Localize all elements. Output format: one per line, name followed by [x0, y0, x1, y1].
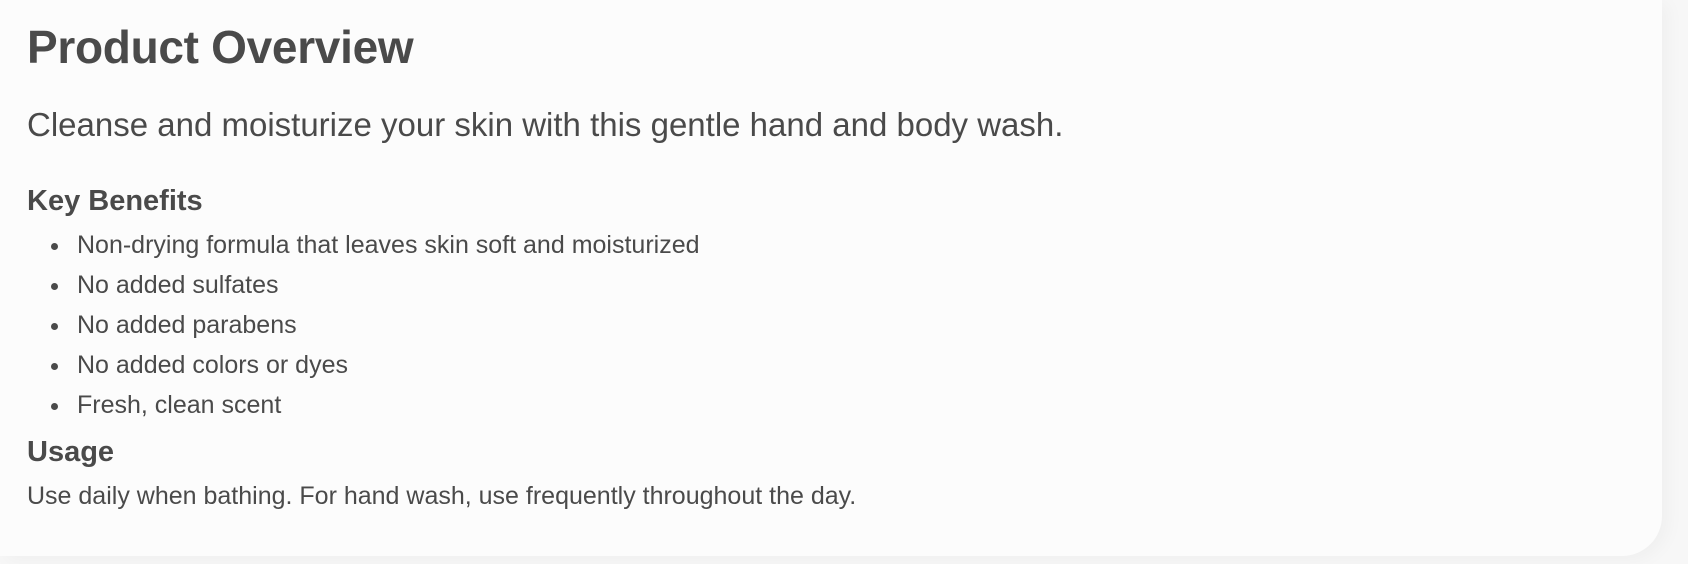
- benefit-item: No added colors or dyes: [27, 350, 1587, 380]
- bullet-icon: [51, 283, 58, 290]
- page-title: Product Overview: [27, 21, 414, 73]
- product-summary: Cleanse and moisturize your skin with th…: [27, 106, 1064, 143]
- benefit-item: Non-drying formula that leaves skin soft…: [27, 230, 1587, 260]
- bullet-icon: [51, 243, 58, 250]
- benefit-item: Fresh, clean scent: [27, 390, 1587, 420]
- usage-heading: Usage: [27, 436, 115, 468]
- bullet-icon: [51, 363, 58, 370]
- product-overview-panel: Product Overview Cleanse and moisturize …: [0, 0, 1662, 556]
- benefit-item: No added parabens: [27, 310, 1587, 340]
- bullet-icon: [51, 403, 58, 410]
- product-overview-content: Product Overview Cleanse and moisturize …: [27, 16, 1587, 511]
- key-benefits-heading: Key Benefits: [27, 185, 203, 217]
- benefit-text: Fresh, clean scent: [77, 391, 282, 419]
- benefit-text: No added colors or dyes: [77, 351, 348, 379]
- usage-text: Use daily when bathing. For hand wash, u…: [27, 482, 857, 510]
- benefit-item: No added sulfates: [27, 270, 1587, 300]
- benefit-text: No added sulfates: [77, 271, 279, 299]
- bullet-icon: [51, 323, 58, 330]
- key-benefits-list: Non-drying formula that leaves skin soft…: [27, 230, 1587, 420]
- benefit-text: No added parabens: [77, 311, 297, 339]
- benefit-text: Non-drying formula that leaves skin soft…: [77, 231, 700, 259]
